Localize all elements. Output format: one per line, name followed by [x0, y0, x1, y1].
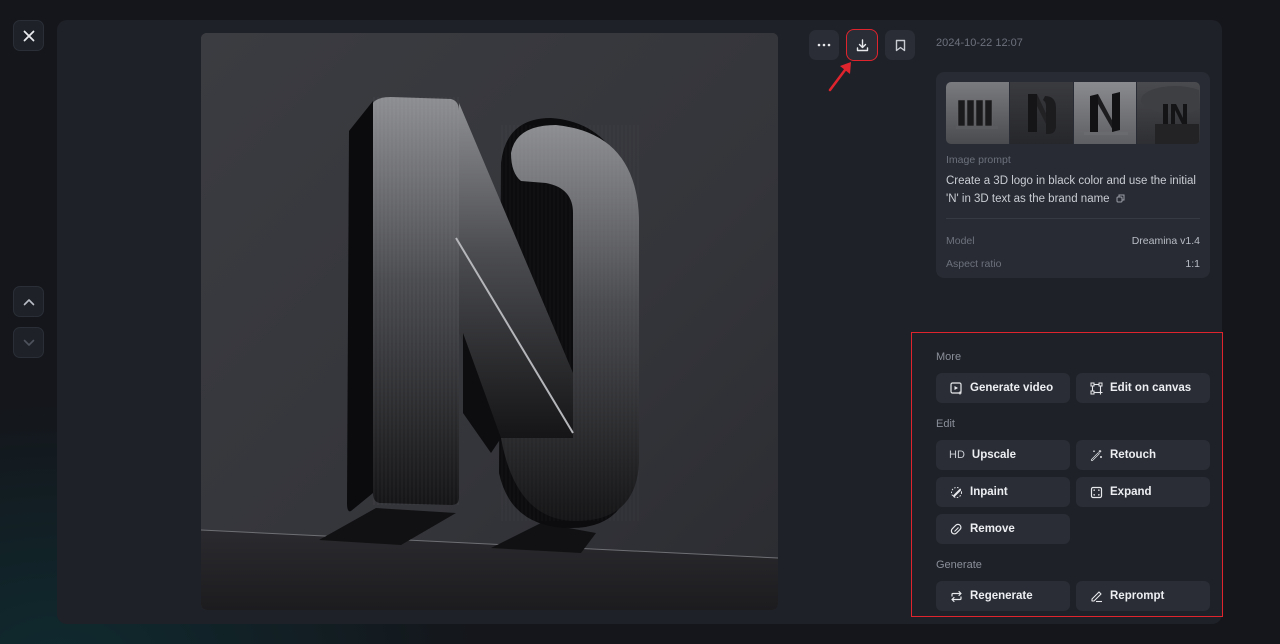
- inpaint-button[interactable]: Inpaint: [936, 477, 1070, 507]
- prompt-content: Create a 3D logo in black color and use …: [946, 175, 1196, 205]
- chevron-down-icon: [23, 339, 34, 346]
- more-options-button[interactable]: [809, 30, 839, 60]
- download-icon: [856, 38, 868, 51]
- image-toolbar: [809, 29, 915, 61]
- bookmark-button[interactable]: [885, 30, 915, 60]
- video-play-icon: [949, 381, 963, 395]
- creation-timestamp: 2024-10-22 12:07: [936, 37, 1023, 49]
- repeat-icon: [949, 589, 963, 603]
- annotation-arrow-icon: [828, 62, 851, 92]
- reprompt-label: Reprompt: [1110, 590, 1165, 602]
- thumbnail-3[interactable]: [1073, 82, 1137, 144]
- upscale-label: Upscale: [971, 449, 1016, 461]
- thumbnail-strip: [946, 82, 1200, 144]
- canvas-icon: [1089, 381, 1103, 395]
- expand-icon: [1089, 485, 1103, 499]
- regenerate-label: Regenerate: [970, 590, 1033, 602]
- previous-image-button[interactable]: [13, 286, 44, 317]
- generate-video-label: Generate video: [970, 382, 1054, 394]
- retouch-button[interactable]: Retouch: [1076, 440, 1210, 470]
- remove-label: Remove: [970, 523, 1015, 535]
- reprompt-button[interactable]: Reprompt: [1076, 581, 1210, 611]
- expand-button[interactable]: Expand: [1076, 477, 1210, 507]
- model-row: Model Dreamina v1.4: [946, 229, 1200, 252]
- section-label-edit: Edit: [936, 418, 955, 430]
- aspect-ratio-row: Aspect ratio 1:1: [946, 252, 1200, 275]
- copy-icon[interactable]: [1116, 194, 1125, 203]
- pencil-icon: [1089, 589, 1103, 603]
- retouch-label: Retouch: [1110, 449, 1156, 461]
- prompt-text: Create a 3D logo in black color and use …: [946, 172, 1200, 208]
- regenerate-button[interactable]: Regenerate: [936, 581, 1070, 611]
- thumbnail-1[interactable]: [946, 82, 1009, 144]
- prompt-label: Image prompt: [946, 154, 1011, 166]
- remove-button[interactable]: Remove: [936, 514, 1070, 544]
- section-label-generate: Generate: [936, 559, 982, 571]
- model-label: Model: [946, 234, 975, 247]
- main-image[interactable]: [201, 33, 778, 610]
- generated-image-n-logo: [201, 33, 778, 610]
- section-label-more: More: [936, 351, 962, 363]
- model-value: Dreamina v1.4: [1131, 234, 1200, 247]
- close-icon: [23, 30, 34, 41]
- edit-on-canvas-button[interactable]: Edit on canvas: [1076, 373, 1210, 403]
- bookmark-icon: [895, 39, 905, 51]
- download-button[interactable]: [846, 29, 878, 61]
- upscale-button[interactable]: HD Upscale: [936, 440, 1070, 470]
- eraser-icon: [949, 522, 963, 536]
- thumbnail-4[interactable]: [1137, 82, 1200, 144]
- generate-video-button[interactable]: Generate video: [936, 373, 1070, 403]
- chevron-up-icon: [23, 298, 34, 305]
- edit-on-canvas-label: Edit on canvas: [1110, 382, 1192, 394]
- hd-icon: HD: [949, 449, 965, 461]
- brush-icon: [949, 485, 963, 499]
- aspect-ratio-value: 1:1: [1185, 257, 1200, 270]
- next-image-button[interactable]: [13, 327, 44, 358]
- close-button[interactable]: [13, 20, 44, 51]
- expand-label: Expand: [1110, 486, 1152, 498]
- ellipsis-icon: [817, 43, 831, 47]
- aspect-ratio-label: Aspect ratio: [946, 257, 1002, 270]
- thumbnail-2[interactable]: [1009, 82, 1073, 144]
- divider: [946, 218, 1200, 219]
- magic-wand-icon: [1089, 448, 1103, 462]
- inpaint-label: Inpaint: [970, 486, 1008, 498]
- image-info-card: Image prompt Create a 3D logo in black c…: [936, 72, 1210, 278]
